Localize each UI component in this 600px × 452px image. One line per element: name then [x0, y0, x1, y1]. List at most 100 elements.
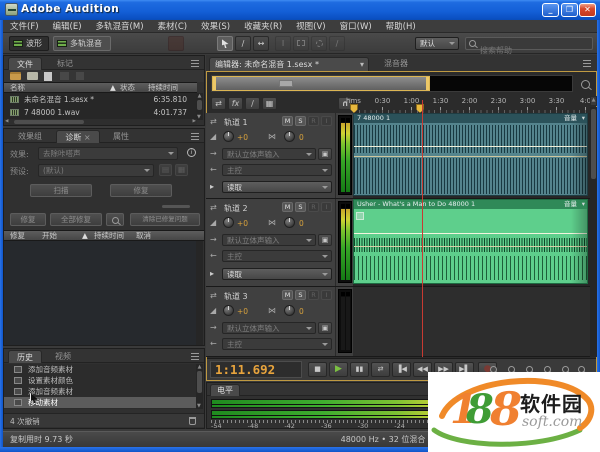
panel-menu-icon[interactable]	[191, 353, 199, 360]
magnify-problems-button[interactable]	[106, 213, 124, 226]
lasso-tool[interactable]	[311, 36, 327, 51]
lane-scrollbar[interactable]	[590, 107, 597, 357]
track-1-lane[interactable]: 7 48000 1 音量 ▾	[353, 113, 590, 198]
tab-properties[interactable]: 属性	[104, 130, 138, 143]
repair-button[interactable]: 修复	[110, 184, 172, 197]
lane-scroll-up[interactable]: ▲	[590, 96, 597, 106]
tab-files[interactable]: 文件	[8, 57, 42, 70]
multitrack-view-button[interactable]: 多轨混音	[53, 36, 111, 51]
automation-dropdown[interactable]: 读取	[222, 268, 332, 280]
tab-close-icon[interactable]: ×	[84, 133, 91, 142]
pan-knob[interactable]	[284, 305, 295, 316]
tab-editor[interactable]: 编辑器: 未命名混音 1.sesx * ▾	[209, 57, 369, 71]
tab-mixer[interactable]: 混音器	[378, 57, 414, 71]
volume-envelope-line[interactable]	[354, 146, 587, 147]
fade-out-handle[interactable]	[571, 123, 587, 195]
pan-value[interactable]: 0	[299, 307, 304, 316]
volume-knob[interactable]	[223, 305, 234, 316]
diagnostics-splitter[interactable]	[4, 203, 204, 210]
chevron-down-icon[interactable]: ▾	[582, 200, 585, 209]
close-button[interactable]: ✕	[579, 3, 596, 17]
input-dropdown[interactable]: 默认立体声输入	[222, 322, 316, 334]
pan-value[interactable]: 0	[299, 133, 304, 142]
fx-icon[interactable]: fx	[228, 97, 243, 110]
problems-table-header[interactable]: 修复 开始 ▲ 持续时间 取消	[4, 230, 204, 241]
arm-record-button[interactable]: R	[308, 290, 319, 300]
panel-menu-icon[interactable]	[191, 133, 199, 140]
input-dropdown[interactable]: 默认立体声输入	[222, 234, 316, 246]
solo-button[interactable]: S	[295, 290, 306, 300]
file-row[interactable]: 未命名混音 1.sesx * 6:35.810	[4, 93, 197, 106]
volume-knob[interactable]	[223, 131, 234, 142]
history-item[interactable]: 设置素材颜色	[4, 375, 196, 386]
envelope-label[interactable]: 音量	[564, 200, 577, 209]
solo-button[interactable]: S	[295, 202, 306, 212]
menu-item[interactable]: 帮助(H)	[379, 20, 423, 32]
tab-history[interactable]: 历史	[8, 350, 42, 363]
automation-dropdown[interactable]: 读取	[222, 181, 332, 193]
panel-menu-icon[interactable]	[191, 60, 199, 67]
help-search[interactable]	[465, 37, 593, 50]
tab-effects-rack[interactable]: 效果组	[8, 130, 52, 143]
clear-repaired-button[interactable]: 清除已修复问题	[130, 213, 200, 226]
volume-knob[interactable]	[223, 217, 234, 228]
envelope-label[interactable]: 音量	[564, 114, 577, 123]
track-2-lane[interactable]: Usher - What's a Man to Do 48000 1 音量 ▾	[353, 199, 590, 286]
monitor-input-button[interactable]: I	[321, 116, 332, 126]
time-display[interactable]: 1:11.692	[210, 361, 302, 378]
razor-icon[interactable]: ∕	[245, 97, 260, 110]
menu-item[interactable]: 视图(V)	[289, 20, 332, 32]
range-grip[interactable]	[279, 80, 293, 87]
tab-markers[interactable]: 标记	[48, 57, 82, 70]
panel-menu-icon[interactable]	[583, 60, 591, 67]
ibeam-tool[interactable]: I	[275, 36, 291, 51]
automation-arrow-icon[interactable]: ▸	[210, 182, 214, 191]
mute-button[interactable]: M	[282, 116, 293, 126]
chevron-down-icon[interactable]: ▾	[360, 58, 364, 72]
info-icon[interactable]: i	[187, 148, 196, 157]
volume-value[interactable]: +0	[237, 307, 248, 316]
open-file-icon[interactable]	[10, 72, 21, 80]
save-preset-icon[interactable]: ▤	[159, 164, 172, 176]
arm-record-button[interactable]: R	[308, 202, 319, 212]
tab-diagnostics[interactable]: 诊断 ×	[56, 130, 100, 143]
menu-item[interactable]: 文件(F)	[3, 20, 46, 32]
scroll-thumb[interactable]	[14, 120, 84, 124]
brush-tool[interactable]: ∕	[329, 36, 345, 51]
monitor-input-button[interactable]: I	[321, 290, 332, 300]
track-name[interactable]: 轨道 3	[224, 291, 248, 302]
save-file-icon[interactable]	[60, 72, 69, 80]
pause-button[interactable]: ▮▮	[350, 362, 369, 377]
playhead-line[interactable]	[422, 100, 423, 357]
audio-clip[interactable]: Usher - What's a Man to Do 48000 1 音量 ▾	[353, 199, 588, 284]
move-tool[interactable]	[217, 36, 233, 51]
audio-clip[interactable]: 7 48000 1 音量 ▾	[353, 113, 588, 196]
input-settings-icon[interactable]: ▣	[318, 148, 332, 160]
navigator-zoom-icon[interactable]	[581, 80, 590, 89]
delete-preset-icon[interactable]: ▦	[175, 164, 188, 176]
input-settings-icon[interactable]: ▣	[318, 234, 332, 246]
timeline-ruler[interactable]: hms0:301:001:302:002:303:003:304:0	[339, 97, 599, 106]
output-dropdown[interactable]: 主控	[222, 338, 332, 350]
import-file-icon[interactable]	[27, 72, 38, 80]
arm-record-button[interactable]: R	[308, 116, 319, 126]
range-handle-right[interactable]	[426, 77, 429, 90]
menu-item[interactable]: 多轨混音(M)	[89, 20, 151, 32]
effect-dropdown[interactable]: 去除咔嗒声	[38, 147, 178, 160]
solo-button[interactable]: S	[295, 116, 306, 126]
history-scrollbar[interactable]: ▲ ▼	[196, 364, 203, 409]
output-dropdown[interactable]: 主控	[222, 250, 332, 262]
menu-item[interactable]: 编辑(E)	[46, 20, 89, 32]
menu-item[interactable]: 收藏夹(R)	[237, 20, 289, 32]
monitor-input-button[interactable]: I	[321, 202, 332, 212]
track-name[interactable]: 轨道 2	[224, 203, 248, 214]
fade-in-handle[interactable]	[356, 212, 364, 220]
track-name[interactable]: 轨道 1	[224, 117, 248, 128]
title-bar[interactable]: Adobe Audition _ ❐ ✕	[0, 0, 600, 20]
input-settings-icon[interactable]: ▣	[318, 322, 332, 334]
volume-value[interactable]: +0	[237, 133, 248, 142]
input-dropdown[interactable]: 默认立体声输入	[222, 148, 316, 160]
skip-start-button[interactable]: ▐◀	[392, 362, 411, 377]
waveform-view-button[interactable]: 波形	[9, 36, 49, 51]
scroll-left-icon[interactable]: ◀	[5, 119, 8, 125]
